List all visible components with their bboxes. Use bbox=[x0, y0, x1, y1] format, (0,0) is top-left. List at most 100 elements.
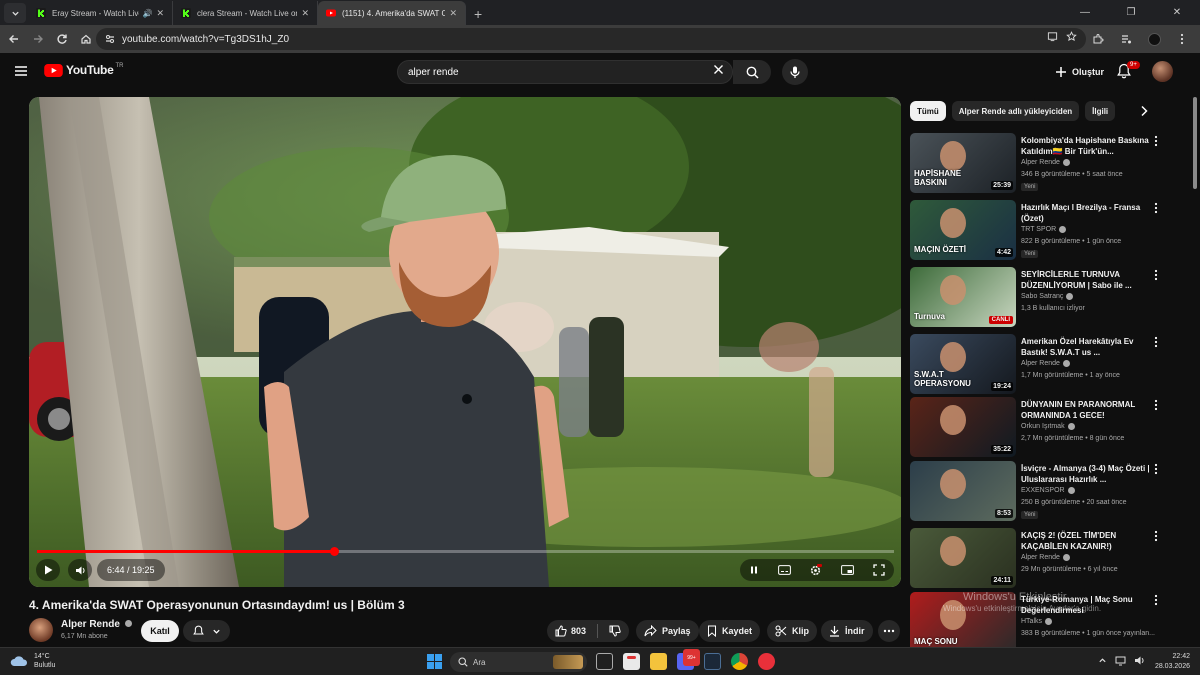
video-player[interactable]: 6:44 / 19:25 bbox=[29, 97, 901, 587]
video-thumbnail[interactable]: HAPİSHANE BASKINI 25:39 bbox=[910, 133, 1016, 193]
close-tab-icon[interactable]: ✕ bbox=[449, 8, 457, 19]
seek-bar[interactable] bbox=[37, 547, 894, 556]
fullscreen-icon[interactable] bbox=[873, 564, 885, 576]
network-icon[interactable] bbox=[1115, 656, 1126, 666]
clip-button[interactable]: Klip bbox=[767, 620, 817, 642]
tab-audio-icon[interactable]: 🔊 bbox=[142, 9, 152, 18]
recommended-title[interactable]: Amerikan Özel Harekâtıyla Ev Bastık! S.W… bbox=[1021, 336, 1151, 358]
subscription-bell-dropdown[interactable] bbox=[183, 620, 230, 642]
video-thumbnail[interactable]: S.W.A.T OPERASYONU 19:24 bbox=[910, 334, 1016, 394]
filter-chip[interactable]: Alper Rende adlı yükleyiciden bbox=[951, 101, 1080, 121]
more-vertical-icon[interactable] bbox=[1154, 336, 1158, 348]
recommended-title[interactable]: İsviçre - Almanya (3-4) Maç Özeti | Ulus… bbox=[1021, 463, 1151, 485]
forward-arrow-icon[interactable] bbox=[26, 27, 50, 51]
app-red-icon[interactable] bbox=[758, 653, 775, 670]
recommended-channel[interactable]: EXXENSPOR bbox=[1021, 487, 1075, 494]
minimize-icon[interactable]: — bbox=[1062, 0, 1108, 25]
filter-chip[interactable]: İlgili bbox=[1085, 101, 1116, 121]
cast-icon[interactable] bbox=[1047, 31, 1058, 42]
chrome-icon[interactable] bbox=[731, 653, 748, 670]
video-thumbnail[interactable]: 24:11 bbox=[910, 528, 1016, 588]
recommended-video[interactable]: Turnuva CANLI SEYİRCİLERLE TURNUVA DÜZENLİ… bbox=[910, 267, 1190, 329]
recommended-video[interactable]: 35:22 DÜNYANIN EN PARANORMAL ORMANINDA 1 … bbox=[910, 397, 1190, 459]
search-input[interactable]: alper rende bbox=[397, 60, 733, 84]
volume-icon[interactable] bbox=[1134, 655, 1145, 666]
mute-button[interactable] bbox=[68, 559, 92, 581]
video-thumbnail[interactable]: 8:53 bbox=[910, 461, 1016, 521]
miniplayer-icon[interactable] bbox=[841, 565, 854, 575]
recommended-title[interactable]: DÜNYANIN EN PARANORMAL ORMANINDA 1 GECE! bbox=[1021, 399, 1151, 421]
filter-chip[interactable]: Tümü bbox=[910, 101, 946, 121]
play-pause-button[interactable] bbox=[36, 559, 60, 581]
browser-menu-icon[interactable] bbox=[1170, 27, 1194, 51]
more-actions-button[interactable] bbox=[878, 620, 900, 642]
close-tab-icon[interactable]: ✕ bbox=[156, 8, 164, 19]
profile-avatar[interactable] bbox=[1142, 27, 1166, 51]
browser-tab[interactable]: (1151) 4. Amerika'da SWAT Ope ✕ bbox=[318, 1, 466, 25]
steam-icon[interactable] bbox=[704, 653, 721, 670]
video-thumbnail[interactable]: Turnuva CANLI bbox=[910, 267, 1016, 327]
recommended-channel[interactable]: Alper Rende bbox=[1021, 554, 1070, 561]
tab-search-button[interactable] bbox=[4, 3, 26, 23]
recommended-channel[interactable]: Sabo Satranç bbox=[1021, 293, 1074, 300]
recommended-video[interactable]: HAPİSHANE BASKINI 25:39 Kolombiya'da Hapis… bbox=[910, 133, 1190, 195]
more-vertical-icon[interactable] bbox=[1154, 202, 1158, 214]
more-vertical-icon[interactable] bbox=[1154, 135, 1158, 147]
new-tab-button[interactable]: + bbox=[474, 6, 482, 22]
browser-tab[interactable]: clera Stream - Watch Live on Ki ✕ bbox=[173, 1, 318, 25]
recommended-channel[interactable]: Alper Rende bbox=[1021, 159, 1070, 166]
hamburger-menu-icon[interactable] bbox=[14, 65, 28, 77]
video-thumbnail[interactable]: 35:22 bbox=[910, 397, 1016, 457]
share-button[interactable]: Paylaş bbox=[636, 620, 699, 642]
maximize-icon[interactable]: ❐ bbox=[1108, 0, 1154, 25]
recommended-video[interactable]: S.W.A.T OPERASYONU 19:24 Amerikan Özel Har… bbox=[910, 334, 1190, 396]
video-thumbnail[interactable]: MAÇIN ÖZETİ 4:42 bbox=[910, 200, 1016, 260]
account-avatar[interactable] bbox=[1152, 61, 1173, 82]
youtube-logo[interactable]: YouTube TR bbox=[44, 63, 123, 77]
extensions-icon[interactable] bbox=[1086, 27, 1110, 51]
more-vertical-icon[interactable] bbox=[1154, 269, 1158, 281]
pause-icon[interactable] bbox=[749, 565, 759, 575]
recommended-video[interactable]: MAÇIN ÖZETİ 4:42 Hazırlık Maçı l Brezilya … bbox=[910, 200, 1190, 262]
channel-name[interactable]: Alper Rende bbox=[61, 619, 132, 630]
recommended-channel[interactable]: HTalks bbox=[1021, 618, 1053, 625]
channel-avatar[interactable] bbox=[29, 618, 53, 642]
save-button[interactable]: Kaydet bbox=[699, 620, 761, 642]
media-controls-icon[interactable] bbox=[1114, 27, 1138, 51]
recommended-video[interactable]: 24:11 KAÇIŞ 2! (ÖZEL TİM'DEN KAÇABİLEN KA… bbox=[910, 528, 1190, 590]
recommended-video[interactable]: 8:53 İsviçre - Almanya (3-4) Maç Özeti | … bbox=[910, 461, 1190, 523]
browser-tab[interactable]: Eray Stream - Watch Live o🔊 ✕ bbox=[28, 1, 173, 25]
taskbar-search-box[interactable]: Ara bbox=[450, 652, 587, 672]
weather-widget[interactable]: 14°C Bulutlu bbox=[10, 652, 55, 670]
chevron-up-icon[interactable] bbox=[1098, 656, 1107, 665]
more-vertical-icon[interactable] bbox=[1154, 399, 1158, 411]
recommended-title[interactable]: Hazırlık Maçı l Brezilya - Fransa (Özet) bbox=[1021, 202, 1151, 224]
dislike-button[interactable] bbox=[609, 625, 621, 637]
page-scrollbar-thumb[interactable] bbox=[1193, 97, 1197, 189]
subtitles-icon[interactable] bbox=[777, 565, 791, 575]
address-bar[interactable]: youtube.com/watch?v=Tg3DS1hJ_Z0 bbox=[96, 28, 1086, 50]
home-icon[interactable] bbox=[74, 27, 98, 51]
windows-start-icon[interactable] bbox=[427, 654, 442, 669]
back-arrow-icon[interactable] bbox=[2, 27, 26, 51]
recommended-channel[interactable]: TRT SPOR bbox=[1021, 226, 1067, 233]
bookmark-star-icon[interactable] bbox=[1066, 31, 1077, 42]
settings-gear-icon[interactable] bbox=[809, 563, 823, 577]
search-button[interactable] bbox=[733, 60, 771, 84]
more-vertical-icon[interactable] bbox=[1154, 530, 1158, 542]
recommended-title[interactable]: Kolombiya'da Hapishane Baskına Katıldım🇨… bbox=[1021, 135, 1151, 157]
reload-icon[interactable] bbox=[50, 27, 74, 51]
close-tab-icon[interactable]: ✕ bbox=[301, 8, 309, 19]
site-info-icon[interactable] bbox=[104, 33, 116, 45]
more-vertical-icon[interactable] bbox=[1154, 463, 1158, 475]
recommended-title[interactable]: KAÇIŞ 2! (ÖZEL TİM'DEN KAÇABİLEN KAZANIR… bbox=[1021, 530, 1151, 552]
recommended-channel[interactable]: Orkun Işıtmak bbox=[1021, 423, 1075, 430]
close-window-icon[interactable]: ✕ bbox=[1154, 0, 1200, 25]
join-button[interactable]: Katıl bbox=[141, 620, 179, 642]
task-view-icon[interactable] bbox=[596, 653, 613, 670]
taskbar-clock[interactable]: 22:42 28.03.2026 bbox=[1150, 652, 1190, 672]
file-explorer-icon[interactable] bbox=[650, 653, 667, 670]
chip-scroll-right-icon[interactable] bbox=[1140, 105, 1148, 117]
create-button[interactable]: Oluştur bbox=[1045, 61, 1114, 83]
recommended-title[interactable]: SEYİRCİLERLE TURNUVA DÜZENLİYORUM | Sabo… bbox=[1021, 269, 1151, 291]
